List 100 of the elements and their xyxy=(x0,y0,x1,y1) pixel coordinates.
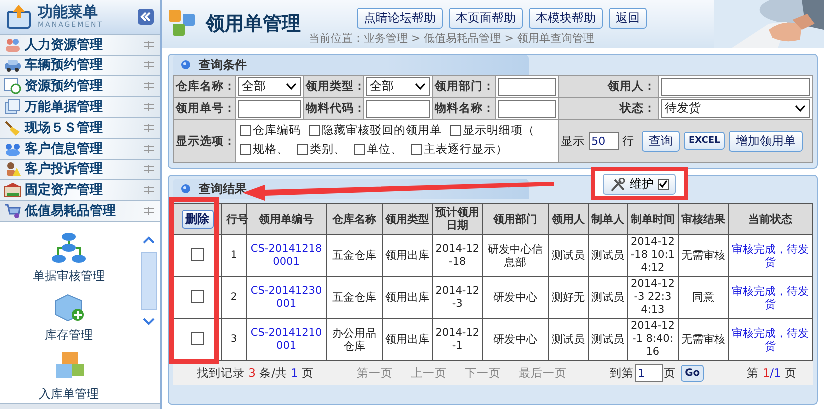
menu-item[interactable]: 低值易耗品管理 xyxy=(0,200,160,221)
help-button[interactable]: 点睛论坛帮助 xyxy=(357,8,443,29)
app-logo-icon xyxy=(168,9,198,39)
table-cell-text: 测试员 xyxy=(551,249,586,262)
query-button[interactable]: EXCEL xyxy=(684,132,726,150)
query-button[interactable]: 增加领用单 xyxy=(729,130,804,152)
table-cell-text: 2014-12-3 22:34:13 xyxy=(630,278,676,317)
toggle-icon xyxy=(144,103,154,112)
option-checkbox[interactable]: 主表逐行显示） xyxy=(411,141,508,158)
people-icon xyxy=(4,36,22,53)
table-cell-text: 测好无 xyxy=(551,291,586,304)
collapse-icon[interactable] xyxy=(138,8,154,25)
toggle-icon xyxy=(144,40,154,49)
field-label: 物料代码： xyxy=(306,101,366,115)
module-label: 库存管理 xyxy=(45,327,93,344)
text-field[interactable] xyxy=(238,100,301,118)
help-button[interactable]: 本模块帮助 xyxy=(529,8,603,29)
document-icon xyxy=(4,99,22,116)
text-field[interactable] xyxy=(661,78,810,96)
option-checkbox[interactable]: 隐藏审核驳回的领用单 xyxy=(309,122,442,139)
sidebar-title: 功能菜单 xyxy=(38,4,99,20)
column-header: 仓库名称 xyxy=(332,212,377,226)
row-checkbox[interactable] xyxy=(191,248,204,260)
column-header: 预计领用日期 xyxy=(436,206,480,232)
field-label: 领用单号： xyxy=(176,101,236,115)
option-checkbox[interactable]: 显示明细项（ xyxy=(450,122,535,139)
select-field[interactable]: 全部 xyxy=(366,77,430,96)
help-button[interactable]: 本页面帮助 xyxy=(449,8,523,29)
toggle-icon xyxy=(144,124,154,132)
table-cell-text: 无需审核 xyxy=(680,333,726,346)
help-button[interactable]: 返回 xyxy=(609,8,647,29)
table-cell-text: 2014-12-18 xyxy=(434,242,481,268)
go-button[interactable]: Go xyxy=(681,364,704,382)
toggle-icon xyxy=(144,61,154,70)
goto-unit: 页 xyxy=(664,366,676,380)
menu-item[interactable]: 客户信息管理 xyxy=(0,138,160,159)
scroll-thumb[interactable] xyxy=(141,252,157,310)
field-label: 显示选项： xyxy=(176,134,236,148)
table-cell-text: 研发中心 xyxy=(492,291,539,304)
text-field[interactable] xyxy=(498,100,556,118)
option-checkbox[interactable]: 类别、 xyxy=(297,141,346,158)
scroll-up-icon[interactable] xyxy=(143,236,155,244)
table-cell-text: 测试员 xyxy=(590,291,626,304)
text-field[interactable] xyxy=(498,78,556,96)
delete-button[interactable]: 删除 xyxy=(182,210,214,228)
table-cell-text: 五金仓库 xyxy=(332,249,378,262)
menu-item[interactable]: 固定资产管理 xyxy=(0,179,160,200)
maintain-checkbox[interactable] xyxy=(658,179,669,190)
menu-item[interactable]: 现场５Ｓ管理 xyxy=(0,116,160,138)
table-cell-text: 1 xyxy=(230,249,238,262)
table-cell-text: 研发中心 xyxy=(492,333,539,346)
table-cell-text: 领用出库 xyxy=(384,291,431,304)
car-icon xyxy=(4,57,22,74)
panel-title: 查询结果 xyxy=(199,180,247,198)
row-checkbox[interactable] xyxy=(191,290,204,302)
globe-icon xyxy=(181,60,191,70)
record-count: 找到记录 3 条/共 1 页 xyxy=(197,366,314,380)
text-field[interactable] xyxy=(366,100,430,118)
menu-item[interactable]: 车辆预约管理 xyxy=(0,54,160,76)
dropdown-icon xyxy=(795,105,806,112)
module-label: 入库单管理 xyxy=(39,386,99,403)
module-item[interactable]: 单据审核管理 xyxy=(33,232,105,285)
broom-icon xyxy=(4,120,22,136)
menu-item[interactable]: 万能单据管理 xyxy=(0,96,160,117)
module-item[interactable]: 库存管理 xyxy=(45,291,93,344)
flowchart-icon xyxy=(52,232,86,264)
toggle-icon xyxy=(144,82,154,90)
page-title: 领用单管理 xyxy=(206,12,301,37)
menu-item[interactable]: 资源预约管理 xyxy=(0,75,160,96)
column-header: 制单时间 xyxy=(630,212,675,226)
column-header: 当前状态 xyxy=(748,212,793,226)
table-cell-text: 测试员 xyxy=(590,333,626,346)
breadcrumb: 当前位置：业务管理 > 低值易耗品管理 > 领用单查询管理 xyxy=(309,31,594,46)
dropdown-icon xyxy=(286,83,297,90)
menu-item[interactable]: 客户投诉管理 xyxy=(0,158,160,180)
table-cell-text: 测试员 xyxy=(551,333,586,346)
calendar-icon xyxy=(4,78,22,94)
page-field[interactable]: 1 xyxy=(635,364,664,382)
table-cell-text: 领用出库 xyxy=(384,333,431,346)
option-checkbox[interactable]: 规格、 xyxy=(240,141,289,158)
scroll-down-icon[interactable] xyxy=(143,318,155,326)
rows-field[interactable]: 50 xyxy=(588,132,619,150)
column-header: 审核结果 xyxy=(681,212,726,226)
option-checkbox[interactable]: 仓库编码 xyxy=(240,122,301,139)
column-header: 领用人 xyxy=(552,212,586,226)
query-button[interactable]: 查询 xyxy=(642,130,680,152)
column-header: 领用单编号 xyxy=(259,212,314,226)
menu-item[interactable]: 人力资源管理 xyxy=(0,34,160,54)
row-checkbox[interactable] xyxy=(191,332,204,344)
logo-icon xyxy=(6,4,32,30)
maintain-button[interactable]: 维护 xyxy=(603,174,676,195)
select-field[interactable]: 待发货 xyxy=(661,99,810,118)
field-label: 领用类型： xyxy=(306,79,366,93)
select-field[interactable]: 全部 xyxy=(238,77,301,96)
module-item[interactable]: 入库单管理 xyxy=(39,350,99,403)
option-checkbox[interactable]: 单位、 xyxy=(354,141,403,158)
toggle-icon xyxy=(144,207,154,216)
field-label: 领用部门： xyxy=(435,79,495,93)
table-cell-text: 同意 xyxy=(691,291,716,304)
column-header: 领用部门 xyxy=(494,212,538,226)
